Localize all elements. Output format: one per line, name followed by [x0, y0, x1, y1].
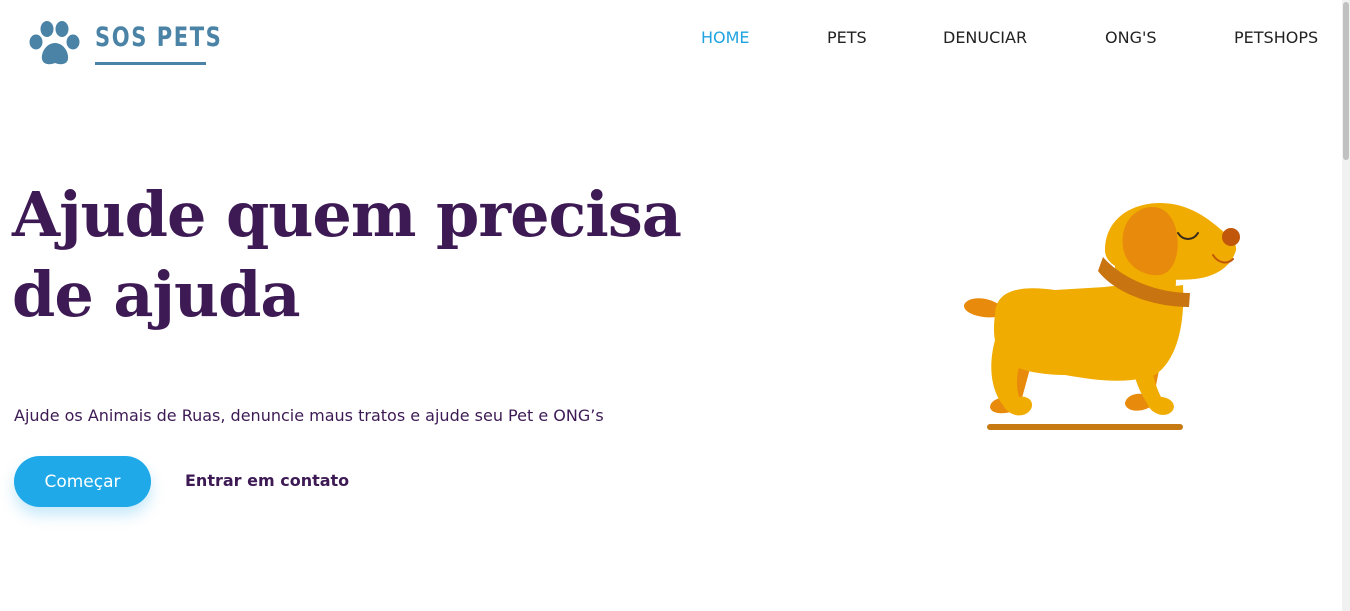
nav-denunciar[interactable]: DENUCIAR: [943, 26, 1027, 50]
hero-title-line2: de ajuda: [12, 258, 301, 331]
scrollbar-thumb[interactable]: [1343, 2, 1349, 160]
logo[interactable]: SOS PETS: [28, 20, 221, 68]
logo-underline: [95, 62, 206, 65]
logo-text: SOS PETS: [95, 22, 223, 53]
dog-illustration: [963, 203, 1240, 430]
nav-home[interactable]: HOME: [701, 26, 750, 50]
hero-title-line1: Ajude quem precisa: [12, 178, 682, 251]
nav-ongs[interactable]: ONG'S: [1105, 26, 1157, 50]
hero-title: Ajude quem precisa de ajuda: [12, 175, 712, 335]
page: SOS PETS HOME PETS DENUCIAR ONG'S PETSHO…: [0, 0, 1350, 611]
start-button[interactable]: Começar: [14, 456, 151, 507]
paw-icon: [29, 21, 80, 65]
hero-subtitle: Ajude os Animais de Ruas, denuncie maus …: [14, 406, 604, 425]
nav-pets[interactable]: PETS: [827, 26, 867, 50]
contact-link[interactable]: Entrar em contato: [185, 469, 349, 493]
page-scrollbar[interactable]: [1342, 0, 1350, 611]
nav-petshops[interactable]: PETSHOPS: [1234, 26, 1318, 50]
